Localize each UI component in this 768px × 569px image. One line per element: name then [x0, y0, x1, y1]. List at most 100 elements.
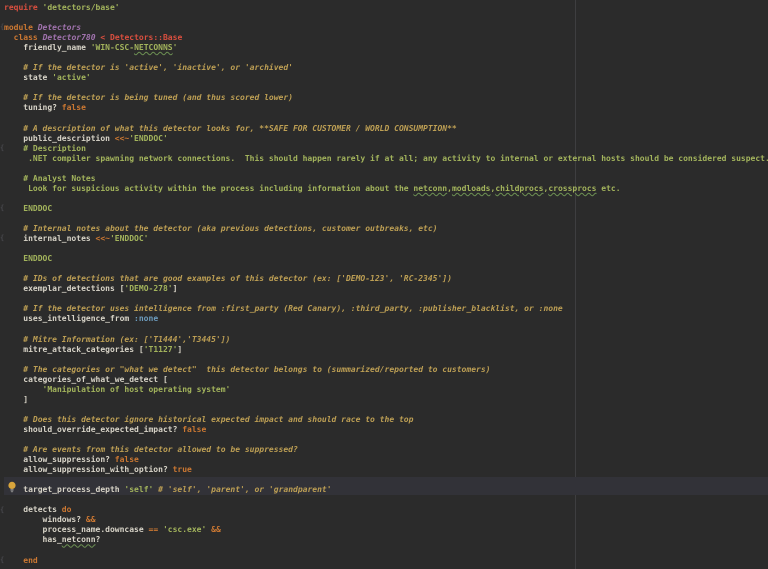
code-line: exemplar_detections ['DEMO-278']	[4, 284, 768, 294]
code-token: ]	[177, 345, 182, 354]
code-line: # Internal notes about the detector (aka…	[4, 224, 768, 234]
code-line	[4, 325, 768, 335]
code-line: categories_of_what_we_detect [	[4, 375, 768, 385]
fold-marker-icon[interactable]: {	[0, 145, 5, 152]
code-token: mitre_attack_categories [	[4, 345, 144, 354]
code-token: # Mitre Information (ex: ['T1444','T3445…	[4, 335, 230, 344]
code-editor[interactable]: require 'detectors/base' module Detector…	[0, 0, 768, 569]
code-line: require 'detectors/base'	[4, 3, 768, 13]
code-line: # Description	[4, 144, 768, 154]
code-token: 'self'	[124, 485, 153, 494]
code-token: 'ENDDOC'	[129, 134, 168, 143]
code-token: childprocs	[495, 184, 543, 193]
code-line	[4, 194, 768, 204]
code-token: ENDDOC	[4, 254, 52, 263]
code-token: should_override_expected_impact?	[4, 425, 182, 434]
code-line: windows? &&	[4, 515, 768, 525]
code-token: end	[23, 556, 37, 565]
fold-marker-icon[interactable]: {	[0, 24, 5, 31]
code-token: exemplar_detections [	[4, 284, 124, 293]
code-token: # A description of what this detector lo…	[4, 124, 457, 133]
code-token: public_description	[4, 134, 115, 143]
code-token: state	[4, 73, 52, 82]
code-token: false	[115, 455, 139, 464]
fold-marker-icon[interactable]: {	[0, 205, 5, 212]
code-token: &&	[86, 515, 96, 524]
code-token: # Description	[4, 144, 86, 153]
intention-lightbulb-icon[interactable]	[7, 481, 17, 494]
code-area[interactable]: require 'detectors/base' module Detector…	[0, 0, 768, 566]
code-token: true	[173, 465, 192, 474]
code-token: 'DEMO-278'	[124, 284, 172, 293]
code-token: do	[62, 505, 72, 514]
code-line: # IDs of detections that are good exampl…	[4, 274, 768, 284]
code-token: 'ENDDOC'	[110, 234, 149, 243]
fold-marker-icon[interactable]: {	[0, 507, 5, 514]
code-token: # Does this detector ignore historical e…	[4, 415, 413, 424]
code-line: # Does this detector ignore historical e…	[4, 415, 768, 425]
code-token: has_	[4, 535, 62, 544]
code-token: <<~	[115, 134, 129, 143]
code-line	[4, 475, 768, 485]
code-token: ]	[4, 395, 28, 404]
code-token: module	[4, 23, 33, 32]
code-token	[4, 556, 23, 565]
code-token: ENDDOC	[4, 204, 52, 213]
code-token: ==	[149, 525, 159, 534]
code-line	[4, 214, 768, 224]
code-token: # 'self', 'parent', or 'grandparent'	[158, 485, 331, 494]
fold-marker-icon[interactable]: {	[0, 557, 5, 564]
code-token: 'T1127'	[144, 345, 178, 354]
code-line: has_netconn?	[4, 535, 768, 545]
code-token: allow_suppression?	[4, 455, 115, 464]
code-line: # A description of what this detector lo…	[4, 124, 768, 134]
code-line: .NET compiler spawning network connectio…	[4, 154, 768, 164]
code-token: uses_intelligence_from	[4, 314, 134, 323]
code-line: # If the detector is being tuned (and th…	[4, 93, 768, 103]
code-line: state 'active'	[4, 73, 768, 83]
code-token: .NET compiler spawning network connectio…	[4, 154, 768, 163]
code-line: 'Manipulation of host operating system'	[4, 385, 768, 395]
code-line: detects do	[4, 505, 768, 515]
code-token: '	[173, 43, 178, 52]
code-line: # Mitre Information (ex: ['T1444','T3445…	[4, 335, 768, 345]
code-token: # Analyst Notes	[4, 174, 96, 183]
code-token: windows?	[4, 515, 86, 524]
code-line: # The categories or "what we detect" thi…	[4, 365, 768, 375]
code-token: allow_suppression_with_option?	[4, 465, 173, 474]
code-token: # Are events from this detector allowed …	[4, 445, 298, 454]
code-token: &&	[211, 525, 221, 534]
code-line: public_description <<~'ENDDOC'	[4, 134, 768, 144]
code-line	[4, 435, 768, 445]
code-line	[4, 546, 768, 556]
code-line: ENDDOC	[4, 254, 768, 264]
code-token: # If the detector is 'active', 'inactive…	[4, 63, 293, 72]
code-line: # Are events from this detector allowed …	[4, 445, 768, 455]
code-line: class Detector780 < Detectors::Base	[4, 33, 768, 43]
code-line: target_process_depth 'self' # 'self', 'p…	[4, 485, 768, 495]
code-token: categories_of_what_we_detect [	[4, 375, 168, 384]
code-line: uses_intelligence_from :none	[4, 314, 768, 324]
code-line: mitre_attack_categories ['T1127']	[4, 345, 768, 355]
code-token: Detector780	[43, 33, 96, 42]
code-line: # If the detector uses intelligence from…	[4, 304, 768, 314]
code-line: end	[4, 556, 768, 566]
code-token: ]	[173, 284, 178, 293]
code-token: tuning?	[4, 103, 62, 112]
code-token: crossprocs	[548, 184, 596, 193]
code-line	[4, 114, 768, 124]
code-token: # If the detector uses intelligence from…	[4, 304, 563, 313]
code-line: friendly_name 'WIN-CSC-NETCONNS'	[4, 43, 768, 53]
code-token: NETCONNS	[134, 43, 173, 52]
code-token: 'detectors/base'	[43, 3, 120, 12]
code-token: < Detectors::Base	[100, 33, 182, 42]
code-line	[4, 294, 768, 304]
code-token: 'Manipulation of host operating system'	[4, 385, 230, 394]
code-token: friendly_name	[4, 43, 91, 52]
code-line: allow_suppression_with_option? true	[4, 465, 768, 475]
code-token: false	[182, 425, 206, 434]
code-token: Look for suspicious activity within the …	[4, 184, 413, 193]
fold-marker-icon[interactable]: {	[0, 235, 5, 242]
code-token: require	[4, 3, 38, 12]
code-line: module Detectors	[4, 23, 768, 33]
